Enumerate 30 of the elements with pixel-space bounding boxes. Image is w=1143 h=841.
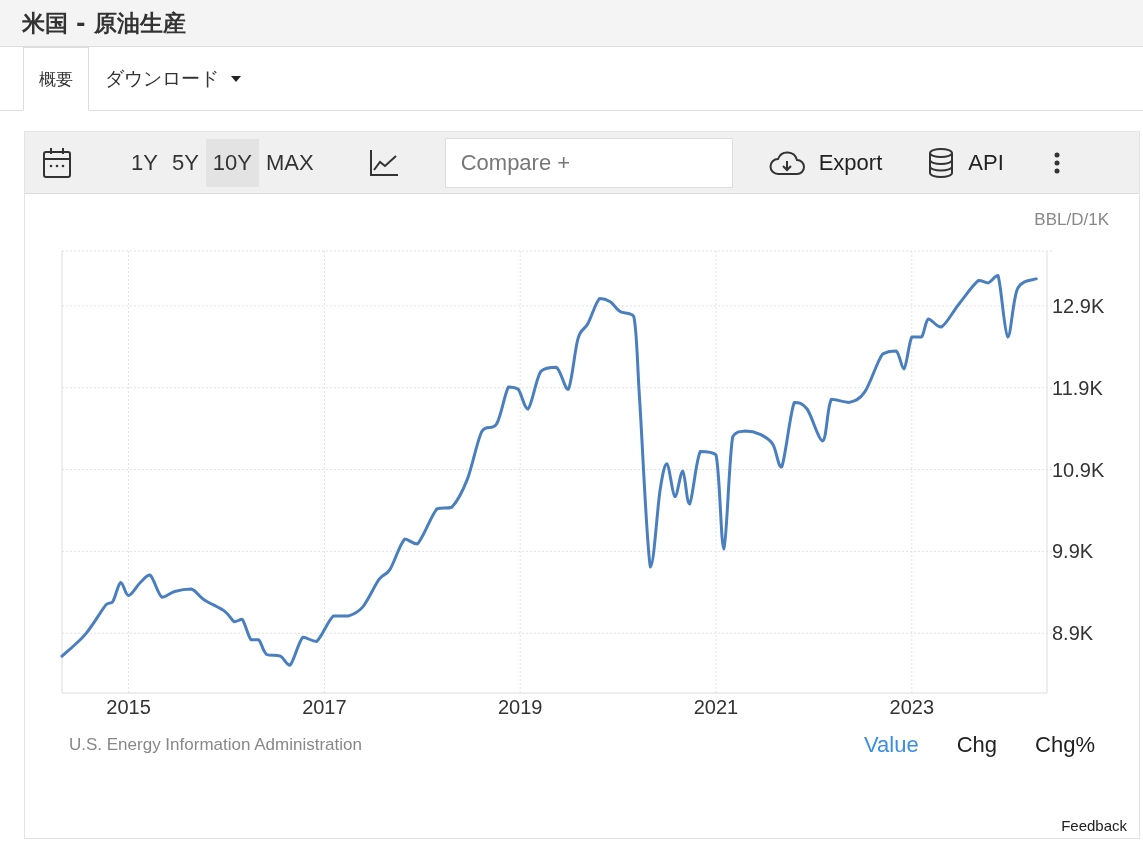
- calendar-icon[interactable]: [42, 146, 72, 179]
- line-chart-icon[interactable]: [368, 148, 399, 177]
- y-tick-label: 8.9K: [1052, 622, 1094, 645]
- page-title: 米国 - 原油生産: [22, 8, 186, 38]
- y-tick-label: 11.9K: [1052, 376, 1103, 399]
- tab[interactable]: 概要: [23, 47, 89, 111]
- y-tick-label: 12.9K: [1052, 294, 1105, 317]
- y-tick-label: 9.9K: [1052, 540, 1094, 563]
- x-tick-label: 2015: [106, 696, 151, 718]
- x-tick-label: 2021: [693, 696, 739, 718]
- mode-toggle[interactable]: Chg%: [1035, 732, 1095, 758]
- x-tick-label: 2023: [889, 696, 935, 718]
- range-button[interactable]: 10Y: [205, 138, 259, 187]
- range-button[interactable]: MAX: [259, 138, 321, 187]
- api-button[interactable]: API: [928, 147, 1004, 178]
- source-text: U.S. Energy Information Administration: [69, 735, 363, 755]
- x-tick-label: 2019: [497, 696, 543, 718]
- cloud-download-icon: [768, 149, 805, 176]
- range-button[interactable]: 5Y: [164, 138, 206, 187]
- range-button[interactable]: 1Y: [124, 138, 165, 187]
- unit-label: BBL/D/1K: [1034, 210, 1109, 229]
- feedback-link[interactable]: Feedback: [1061, 817, 1127, 834]
- x-tick-label: 2017: [302, 696, 347, 718]
- y-tick-label: 10.9K: [1052, 458, 1105, 481]
- more-menu-icon[interactable]: [1053, 151, 1060, 174]
- download-dropdown[interactable]: ダウンロード: [89, 47, 257, 111]
- export-button[interactable]: Export: [768, 149, 883, 176]
- mode-toggle[interactable]: Chg: [956, 732, 998, 758]
- database-icon: [928, 147, 955, 178]
- compare-field[interactable]: Compare +: [444, 137, 733, 188]
